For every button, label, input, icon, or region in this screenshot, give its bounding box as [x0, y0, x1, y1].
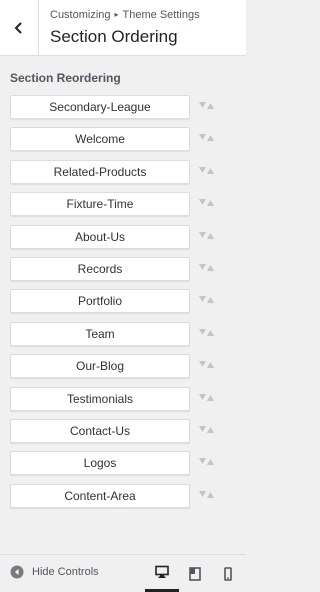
section-item-button[interactable]: Welcome	[10, 127, 190, 152]
section-item-button[interactable]: Testimonials	[10, 386, 190, 411]
preview-mobile-button[interactable]	[211, 555, 245, 592]
desktop-icon	[155, 565, 169, 578]
customizer-header: Customizing ▸ Theme Settings Section Order…	[0, 0, 246, 56]
reorder-arrows-icon[interactable]	[199, 263, 215, 272]
section-item[interactable]: Fixture-Time	[10, 192, 230, 217]
preview-tablet-button[interactable]	[178, 555, 212, 592]
reorder-arrows-icon[interactable]	[199, 231, 215, 240]
section-item[interactable]: Secondary-League	[10, 95, 230, 119]
section-item[interactable]: Our-Blog	[10, 354, 230, 379]
section-item[interactable]: Team	[10, 321, 230, 346]
section-item-button[interactable]: Related-Products	[10, 159, 190, 184]
section-item[interactable]: Contact-Us	[10, 418, 230, 443]
section-item-button[interactable]: Fixture-Time	[10, 192, 190, 217]
section-item-button[interactable]: Portfolio	[10, 289, 190, 314]
reorder-arrows-icon[interactable]	[199, 393, 215, 402]
chevron-left-icon	[14, 21, 22, 34]
customizer-footer: Hide Controls	[0, 554, 246, 592]
section-item-button[interactable]: Team	[10, 321, 190, 346]
mobile-icon	[224, 566, 232, 581]
page-title: Section Ordering	[50, 27, 178, 46]
hide-controls-button[interactable]: Hide Controls	[10, 565, 99, 579]
section-label: Section Reordering	[10, 71, 121, 85]
section-list: Secondary-League Welcome Related-Products F…	[10, 95, 230, 516]
section-item[interactable]: Logos	[10, 451, 230, 476]
section-item[interactable]: Testimonials	[10, 386, 230, 411]
section-item[interactable]: Related-Products	[10, 159, 230, 184]
preview-desktop-button[interactable]	[145, 555, 179, 592]
breadcrumb-separator-icon: ▸	[114, 10, 119, 19]
reorder-arrows-icon[interactable]	[199, 328, 215, 337]
reorder-arrows-icon[interactable]	[199, 490, 215, 499]
section-item-button[interactable]: Content-Area	[10, 483, 190, 508]
section-item-button[interactable]: Secondary-League	[10, 95, 190, 119]
breadcrumb: Customizing ▸ Theme Settings	[50, 9, 200, 21]
section-item-button[interactable]: Records	[10, 256, 190, 281]
back-button[interactable]	[0, 0, 39, 55]
breadcrumb-root: Customizing	[50, 9, 111, 21]
collapse-left-icon	[10, 565, 24, 579]
section-item[interactable]: Welcome	[10, 127, 230, 152]
section-item-button[interactable]: Our-Blog	[10, 354, 190, 379]
reorder-arrows-icon[interactable]	[199, 166, 215, 175]
section-item[interactable]: Portfolio	[10, 289, 230, 314]
reorder-arrows-icon[interactable]	[199, 102, 215, 110]
section-item-button[interactable]: Logos	[10, 451, 190, 476]
section-item-button[interactable]: Contact-Us	[10, 418, 190, 443]
reorder-arrows-icon[interactable]	[199, 296, 215, 304]
section-item-button[interactable]: About-Us	[10, 224, 190, 249]
reorder-arrows-icon[interactable]	[199, 199, 215, 207]
tablet-icon	[189, 566, 201, 581]
section-item[interactable]: About-Us	[10, 224, 230, 249]
reorder-arrows-icon[interactable]	[199, 458, 215, 466]
reorder-arrows-icon[interactable]	[199, 134, 215, 142]
section-item[interactable]: Records	[10, 256, 230, 281]
section-item[interactable]: Content-Area	[10, 483, 230, 508]
reorder-arrows-icon[interactable]	[199, 425, 215, 434]
breadcrumb-current: Theme Settings	[122, 9, 200, 21]
hide-controls-label: Hide Controls	[32, 566, 99, 578]
reorder-arrows-icon[interactable]	[199, 361, 215, 369]
